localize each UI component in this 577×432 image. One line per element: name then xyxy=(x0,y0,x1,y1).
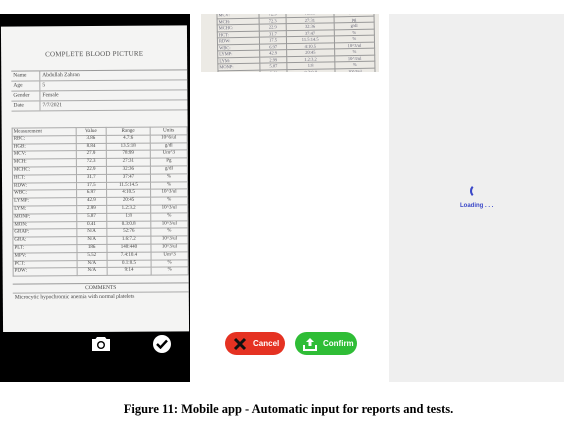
table-cell: 31.7 xyxy=(76,174,107,183)
table-cell: PDW: xyxy=(13,267,77,277)
upload-icon xyxy=(303,337,317,351)
info-value: 7/7/2021 xyxy=(42,102,63,109)
table-cell: 42.9 xyxy=(76,197,107,206)
table-cell: 8.84 xyxy=(75,143,107,152)
spinner-icon xyxy=(470,184,484,198)
info-key: Gender xyxy=(11,91,41,101)
table-cell: 3.86 xyxy=(75,135,107,144)
table-cell: 5.52 xyxy=(76,252,107,261)
table-cell: N/A xyxy=(76,259,107,268)
table-cell: 0.41 xyxy=(260,69,287,72)
cancel-button[interactable]: Cancel xyxy=(225,332,285,355)
results-table: Measurement Value Range Units RBC: 3.86 4.7:6 1… xyxy=(12,126,189,277)
table-cell: 27.9 xyxy=(75,150,107,159)
cancel-label: Cancel xyxy=(253,339,280,348)
figure-caption: Figure 11: Mobile app - Automatic input … xyxy=(123,402,454,416)
report-title: COMPLETE BLOOD PICTURE xyxy=(45,49,144,59)
info-key: Date xyxy=(11,101,41,111)
info-value: Female xyxy=(42,92,59,99)
table-cell: 10^3/ul xyxy=(334,67,376,72)
camera-icon[interactable] xyxy=(91,336,111,352)
camera-screen: COMPLETE BLOOD PICTURE Name Abdullah Zahr… xyxy=(0,14,190,382)
table-cell: N/A xyxy=(76,228,107,237)
info-key: Name xyxy=(11,71,41,81)
loading-text: Loading . . . xyxy=(460,203,494,209)
table-cell: 0.3:0.8 xyxy=(286,68,335,72)
confirm-label: Confirm xyxy=(323,339,354,348)
info-row: Date 7/7/2021 xyxy=(11,100,188,112)
comments-section: COMMENTS Microcytic hypochromic anemia w… xyxy=(12,282,189,302)
table-cell: 17.5 xyxy=(76,181,107,191)
table-cell: N/A xyxy=(76,236,107,245)
x-icon xyxy=(233,337,247,351)
table-cell: 22.9 xyxy=(76,166,107,175)
loading-screen xyxy=(389,14,564,382)
table-cell: 5.87 xyxy=(76,213,107,222)
info-value: Abdullah Zahran xyxy=(42,72,80,79)
table-cell: 2.99 xyxy=(76,205,107,214)
info-key: Age xyxy=(11,81,41,91)
table-cell: MON: xyxy=(217,69,261,72)
info-value: 5 xyxy=(42,82,46,89)
cropped-results-table: MCV:72.378:99Um^3MCH:72.327:31pgMCHC:22.… xyxy=(216,14,376,72)
table-row: PDW: N/A 9:14% xyxy=(13,267,189,277)
table-cell: % xyxy=(151,267,189,276)
table-cell: 0.41 xyxy=(76,220,107,229)
comments-text: Microcytic hypochromic anemia with norma… xyxy=(14,293,135,301)
table-cell: 6.97 xyxy=(76,189,107,198)
column-header: Value xyxy=(75,127,106,136)
confirm-screen: MCV:72.378:99Um^3MCH:72.327:31pgMCHC:22.… xyxy=(201,14,381,382)
table-cell: 9:14 xyxy=(106,267,152,276)
confirm-button[interactable]: Confirm xyxy=(295,332,357,355)
check-circle-icon[interactable] xyxy=(153,335,171,353)
table-cell: 186 xyxy=(76,244,107,253)
cropped-report-image: MCV:72.378:99Um^3MCH:72.327:31pgMCHC:22.… xyxy=(201,14,379,72)
report-photo: COMPLETE BLOOD PICTURE Name Abdullah Zahr… xyxy=(0,25,190,333)
table-cell: 72.3 xyxy=(75,158,107,167)
table-cell: N/A xyxy=(76,267,107,276)
patient-info: Name Abdullah Zahran Age 5 Gender Female Da… xyxy=(11,69,188,112)
